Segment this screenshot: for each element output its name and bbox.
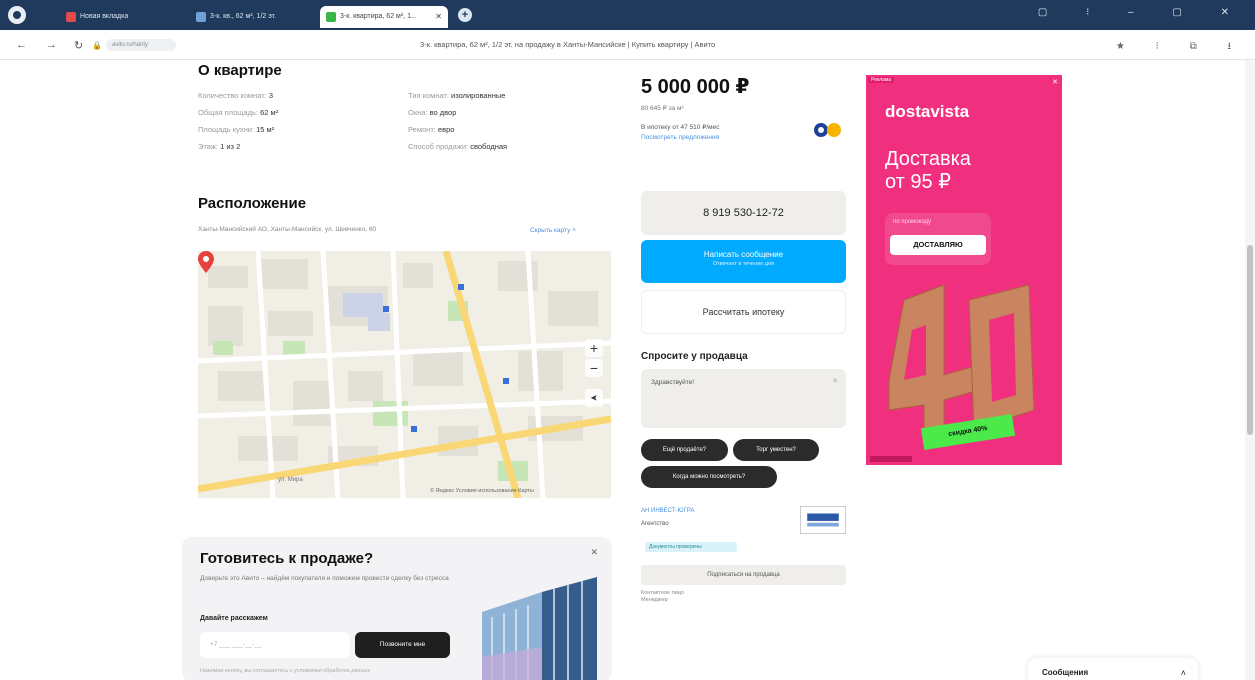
about-item: Этаж: 1 из 2	[198, 142, 241, 151]
ad-brick-number-image: 40	[888, 284, 1035, 436]
about-title: О квартире	[198, 62, 282, 79]
clear-icon[interactable]: ✕	[832, 377, 838, 385]
zoom-in-button[interactable]: +	[585, 339, 603, 357]
building-illustration	[482, 577, 597, 680]
window-controls[interactable]: ▢ ⁝ – ▢ ✕	[1038, 7, 1247, 18]
about-item: Ремонт: евро	[408, 125, 455, 134]
promo-title: Готовитесь к продаже?	[200, 550, 374, 567]
promo-input-label: Давайте расскажем	[200, 615, 268, 622]
price: 5 000 000 ₽	[641, 76, 750, 98]
scrollbar[interactable]	[1245, 60, 1255, 680]
ad-promo-code: ДОСТАВЛЯЮ	[890, 235, 986, 255]
show-phone-button[interactable]: 8 919 530-12-72	[641, 191, 846, 235]
browser-toolbar-icons[interactable]: ★ ⁝ ⧉ ⭳	[1116, 39, 1245, 56]
seller-type: Агентство	[641, 521, 669, 527]
map-pin-icon[interactable]	[198, 251, 214, 273]
mortgage-offers-link[interactable]: Посмотреть предложения	[641, 134, 719, 141]
reload-icon[interactable]: ↻	[74, 39, 83, 52]
zoom-out-button[interactable]: −	[585, 359, 603, 377]
response-time: Отвечает в течение дня	[712, 261, 774, 267]
subscribe-seller-button[interactable]: Подписаться на продавца	[641, 565, 846, 585]
promo-description: Доверьте это Авито – найдём покупателя и…	[200, 575, 449, 582]
about-item: Количество комнат: 3	[198, 91, 273, 100]
ad-close-icon[interactable]: ✕	[1052, 78, 1058, 86]
tab-label: 3-к. кв., 62 м², 1/2 эт.	[210, 13, 277, 20]
about-item: Тип комнат: изолированные	[408, 91, 506, 100]
phone-input[interactable]: +7 ___ ___-__-__	[200, 632, 350, 658]
address-bar: ← → ↻ 🔒 avito.ru/hanty 3-к. квартира, 62…	[0, 30, 1255, 60]
back-icon[interactable]: ←	[16, 39, 27, 51]
write-message-label: Написать сообщение	[703, 250, 784, 259]
browser-tab[interactable]: 3-к. кв., 62 м², 1/2 эт.	[190, 6, 315, 28]
ad-promo-label: по промокоду	[893, 219, 932, 225]
bank-logo-icon	[814, 123, 841, 137]
ad-banner[interactable]: Реклама ✕ dostavista Доставка от 95 ₽ по…	[866, 75, 1062, 465]
price-per-meter: 80 645 ₽ за м²	[641, 105, 684, 112]
seller-contact-person: Контактное лицо Менеджер	[641, 590, 684, 603]
map-tiles: ул. Мира	[198, 251, 611, 498]
tab-label: Новая вкладка	[80, 13, 129, 20]
quick-question-chip[interactable]: Когда можно посмотреть?	[641, 466, 777, 488]
locate-icon[interactable]: ➤	[585, 389, 603, 407]
messages-label: Сообщения	[1042, 668, 1089, 677]
seller-logo-icon[interactable]	[800, 506, 846, 534]
ask-seller-input[interactable]: Здравствуйте! ✕	[641, 369, 846, 428]
map[interactable]: ул. Мира + − ➤ © Яндекс Условия использо…	[198, 251, 611, 498]
page-content: О квартире Количество комнат: 3 Общая пл…	[0, 60, 1255, 680]
ad-footer-bar	[870, 456, 912, 462]
chevron-up-icon[interactable]: ˄	[1181, 658, 1186, 680]
sell-promo-card: Готовитесь к продаже? Доверьте это Авито…	[182, 537, 612, 680]
ad-brand-logo: dostavista	[885, 102, 970, 121]
lock-icon: 🔒	[92, 41, 102, 50]
ad-headline: Доставка от 95 ₽	[885, 148, 971, 193]
ad-label: Реклама	[868, 77, 895, 83]
location-title: Расположение	[198, 195, 307, 212]
browser-tab[interactable]: Новая вкладка	[60, 6, 180, 28]
page-url-title[interactable]: 3-к. квартира, 62 м², 1/2 эт. на продажу…	[420, 40, 715, 49]
address-text: Ханты-Мансийский АО, Ханты-Мансийск, ул.…	[198, 226, 377, 233]
ask-seller-title: Спросите у продавца	[641, 351, 748, 362]
seller-name-link[interactable]: АН ИНВЕСТ-ЮГРА	[641, 508, 694, 514]
calc-mortgage-button[interactable]: Рассчитать ипотеку	[641, 290, 846, 334]
call-me-button[interactable]: Позвоните мне	[355, 632, 450, 658]
verified-badge: Документы проверены	[645, 542, 737, 552]
about-item: Способ продажи: свободная	[408, 142, 508, 151]
browser-menu-icon[interactable]	[8, 6, 26, 24]
browser-tab-bar: Новая вкладка 3-к. кв., 62 м², 1/2 эт. 3…	[0, 0, 1255, 30]
forward-icon[interactable]: →	[46, 39, 57, 51]
about-item: Площадь кухни: 15 м²	[198, 125, 275, 134]
hide-map-link[interactable]: Скрыть карту ˄	[530, 227, 576, 234]
tab-favicon-icon	[66, 12, 76, 22]
street-label: ул. Мира	[278, 477, 303, 483]
promo-note: Нажимая кнопку, вы соглашаетесь с услови…	[200, 668, 371, 674]
tab-favicon-icon	[326, 12, 336, 22]
about-item: Общая площадь: 62 м²	[198, 108, 279, 117]
about-item: Окна: во двор	[408, 108, 457, 117]
write-message-button[interactable]: Написать сообщение Отвечает в течение дн…	[641, 240, 846, 283]
tab-close-icon[interactable]: ✕	[435, 6, 442, 28]
mortgage-text: В ипотеку от 47 510 ₽/мес	[641, 124, 720, 131]
ask-seller-text: Здравствуйте!	[651, 379, 695, 386]
new-tab-button[interactable]: +	[458, 8, 472, 22]
messages-widget[interactable]: Сообщения ˄	[1028, 658, 1198, 680]
url-field[interactable]: avito.ru/hanty	[106, 39, 176, 51]
quick-question-chip[interactable]: Торг уместен?	[733, 439, 819, 461]
tab-label: 3-к. квартира, 62 м², 1...	[340, 13, 417, 20]
browser-tab-active[interactable]: 3-к. квартира, 62 м², 1... ✕	[320, 6, 448, 28]
quick-question-chip[interactable]: Ещё продаёте?	[641, 439, 728, 461]
scrollbar-thumb[interactable]	[1247, 245, 1253, 435]
tab-favicon-icon	[196, 12, 206, 22]
map-copyright: © Яндекс Условия использования Карты	[430, 488, 534, 494]
